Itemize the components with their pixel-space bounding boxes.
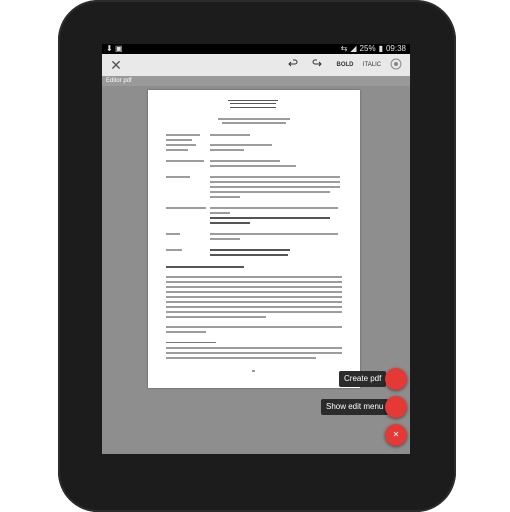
doc-text-line [166,276,342,278]
doc-heading-line [230,107,276,108]
doc-text-line [210,176,340,178]
doc-text-line [210,238,240,240]
doc-text-line [210,249,290,251]
close-fab-button[interactable]: ✕ [385,424,407,446]
doc-heading-line [230,103,276,104]
device-screen: ⬇ ▣ ⇆ ◢ 25% ▮ 09:38 ✕ BOLD ITALIC Editor… [102,44,410,454]
doc-text-line [166,306,342,308]
doc-heading-line [228,100,278,101]
doc-text-line [210,160,280,162]
doc-text-line [166,281,342,283]
doc-text-line [166,311,342,313]
doc-text-line [166,301,342,303]
wifi-icon: ◢ [350,44,357,53]
doc-text-line [210,144,272,146]
doc-text-line [210,165,296,167]
redo-icon[interactable] [310,58,324,72]
doc-text-line [166,139,192,141]
signal-icon: ⇆ [340,44,348,53]
create-pdf-button[interactable] [385,368,407,390]
doc-text-line [210,134,250,136]
doc-text-line [166,160,204,162]
doc-text-line [166,144,196,146]
doc-text-line [210,181,340,183]
pdf-page-preview[interactable] [148,90,360,388]
app-toolbar: ✕ BOLD ITALIC [102,54,410,76]
doc-text-line [166,134,200,136]
doc-text-line [166,352,342,354]
settings-icon[interactable] [388,58,404,72]
doc-page-number [252,370,255,372]
close-icon[interactable]: ✕ [108,57,124,73]
doc-text-line [166,296,342,298]
doc-text-line [166,249,182,251]
doc-text-line [166,316,266,318]
editor-title-bar: Editor pdf [102,76,410,86]
doc-text-line [210,212,230,214]
battery-icon: ▮ [378,44,383,53]
status-bar: ⬇ ▣ ⇆ ◢ 25% ▮ 09:38 [102,44,410,54]
doc-text-line [166,207,206,209]
doc-text-line [210,222,250,224]
create-pdf-label[interactable]: Create pdf [339,371,387,387]
doc-text-line [210,191,330,193]
doc-text-line [210,254,288,256]
doc-text-line [166,176,190,178]
doc-text-line [210,233,338,235]
bold-button[interactable]: BOLD [334,58,356,72]
doc-text-line [210,186,340,188]
doc-text-line [210,196,240,198]
doc-text-line [166,149,188,151]
doc-footnote-divider [166,342,216,343]
doc-text-line [210,207,338,209]
close-icon: ✕ [392,430,400,439]
doc-text-line [166,326,342,328]
show-edit-menu-button[interactable] [385,396,407,418]
editor-title: Editor pdf [106,78,132,84]
italic-button[interactable]: ITALIC [360,58,384,72]
sd-icon: ▣ [114,44,123,53]
doc-text-line [222,122,286,124]
doc-text-line [210,149,244,151]
battery-percent: 25% [359,44,376,53]
download-icon: ⬇ [106,44,113,53]
doc-text-line [166,233,180,235]
doc-text-line [166,286,342,288]
doc-text-line [166,347,342,349]
doc-text-line [210,217,330,219]
doc-text-line [166,357,316,359]
doc-text-line [166,291,342,293]
doc-text-line [166,331,206,333]
undo-icon[interactable] [286,58,300,72]
doc-section-heading [166,266,244,268]
doc-text-line [218,118,290,120]
clock: 09:38 [385,44,406,53]
show-edit-menu-label[interactable]: Show edit menu [321,399,389,415]
